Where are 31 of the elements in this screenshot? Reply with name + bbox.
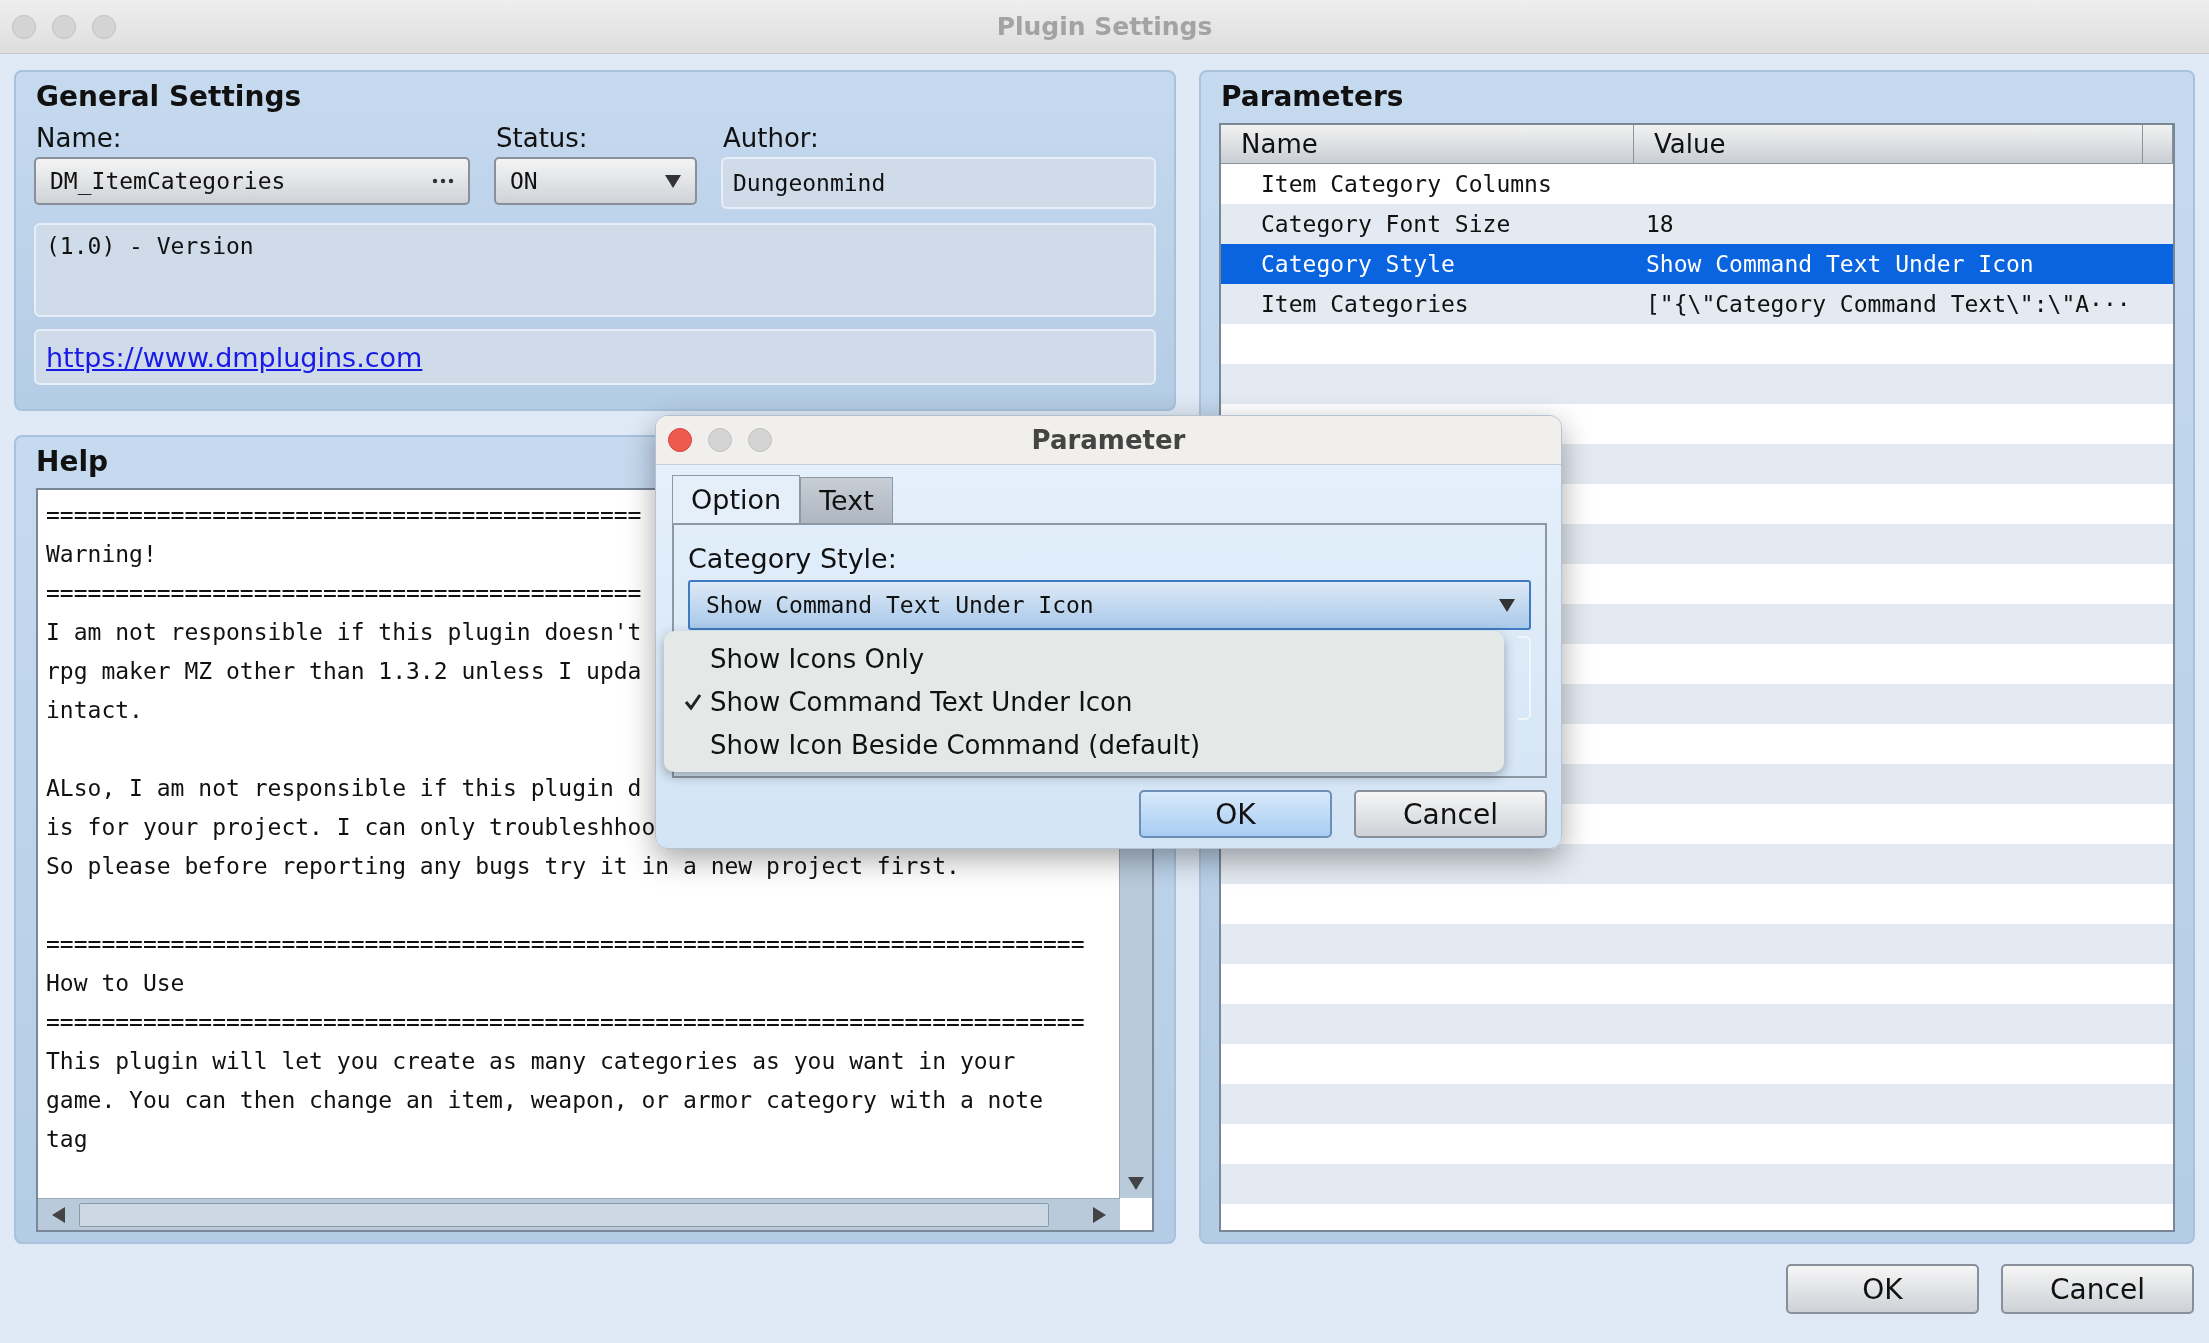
help-text-line: game. You can then change an item, weapon, or armor category with a note — [46, 1086, 1043, 1115]
help-text-line: =========================================== — [46, 579, 642, 608]
help-text-line: tag — [46, 1125, 88, 1154]
help-text-line: How to Use — [46, 969, 185, 998]
help-text-line: intact. — [46, 696, 143, 725]
table-cell-text: ["{\"Category Command Text\":\"A··· — [1645, 291, 2132, 317]
help-text-line: This plugin will let you create as many categories as you want in your — [46, 1047, 1016, 1076]
field-label: Status: — [496, 123, 588, 153]
help-text-line: So please before reporting any bugs try it in a new project first. — [46, 852, 960, 881]
table-cell-text: Item Categories — [1260, 291, 1470, 317]
field-label: Author: — [723, 123, 819, 153]
help-text-line: rpg maker MZ other than 1.3.2 unless I upda — [46, 657, 642, 686]
table-cell-text: 18 — [1645, 211, 1675, 237]
help-text-line: I am not responsible if this plugin doesn't — [46, 618, 642, 647]
help-text-line: =========================================== — [46, 501, 642, 530]
help-text-line: ALso, I am not responsible if this plugin d — [46, 774, 642, 803]
help-text-line: =========================================================================== — [46, 1008, 1085, 1037]
field-label: Category Style: — [688, 543, 897, 574]
window-title: Plugin Settings — [996, 12, 1213, 41]
table-cell-text: Category Style — [1260, 251, 1456, 277]
panel-title: Parameters — [1221, 80, 1404, 113]
table-cell-text: Item Category Columns — [1260, 171, 1553, 197]
field-label: Name: — [36, 123, 122, 153]
panel-title: Help — [36, 445, 109, 478]
help-text-line: is for your project. I can only troubleshhoo — [46, 813, 656, 842]
table-cell-text: Show Command Text Under Icon — [1645, 251, 2035, 277]
help-text-line: Warning! — [46, 540, 157, 569]
help-text-line: =========================================================================== — [46, 930, 1085, 959]
table-cell-text: Category Font Size — [1260, 211, 1512, 237]
dialog-title: Parameter — [1031, 425, 1186, 455]
panel-title: General Settings — [36, 80, 302, 113]
